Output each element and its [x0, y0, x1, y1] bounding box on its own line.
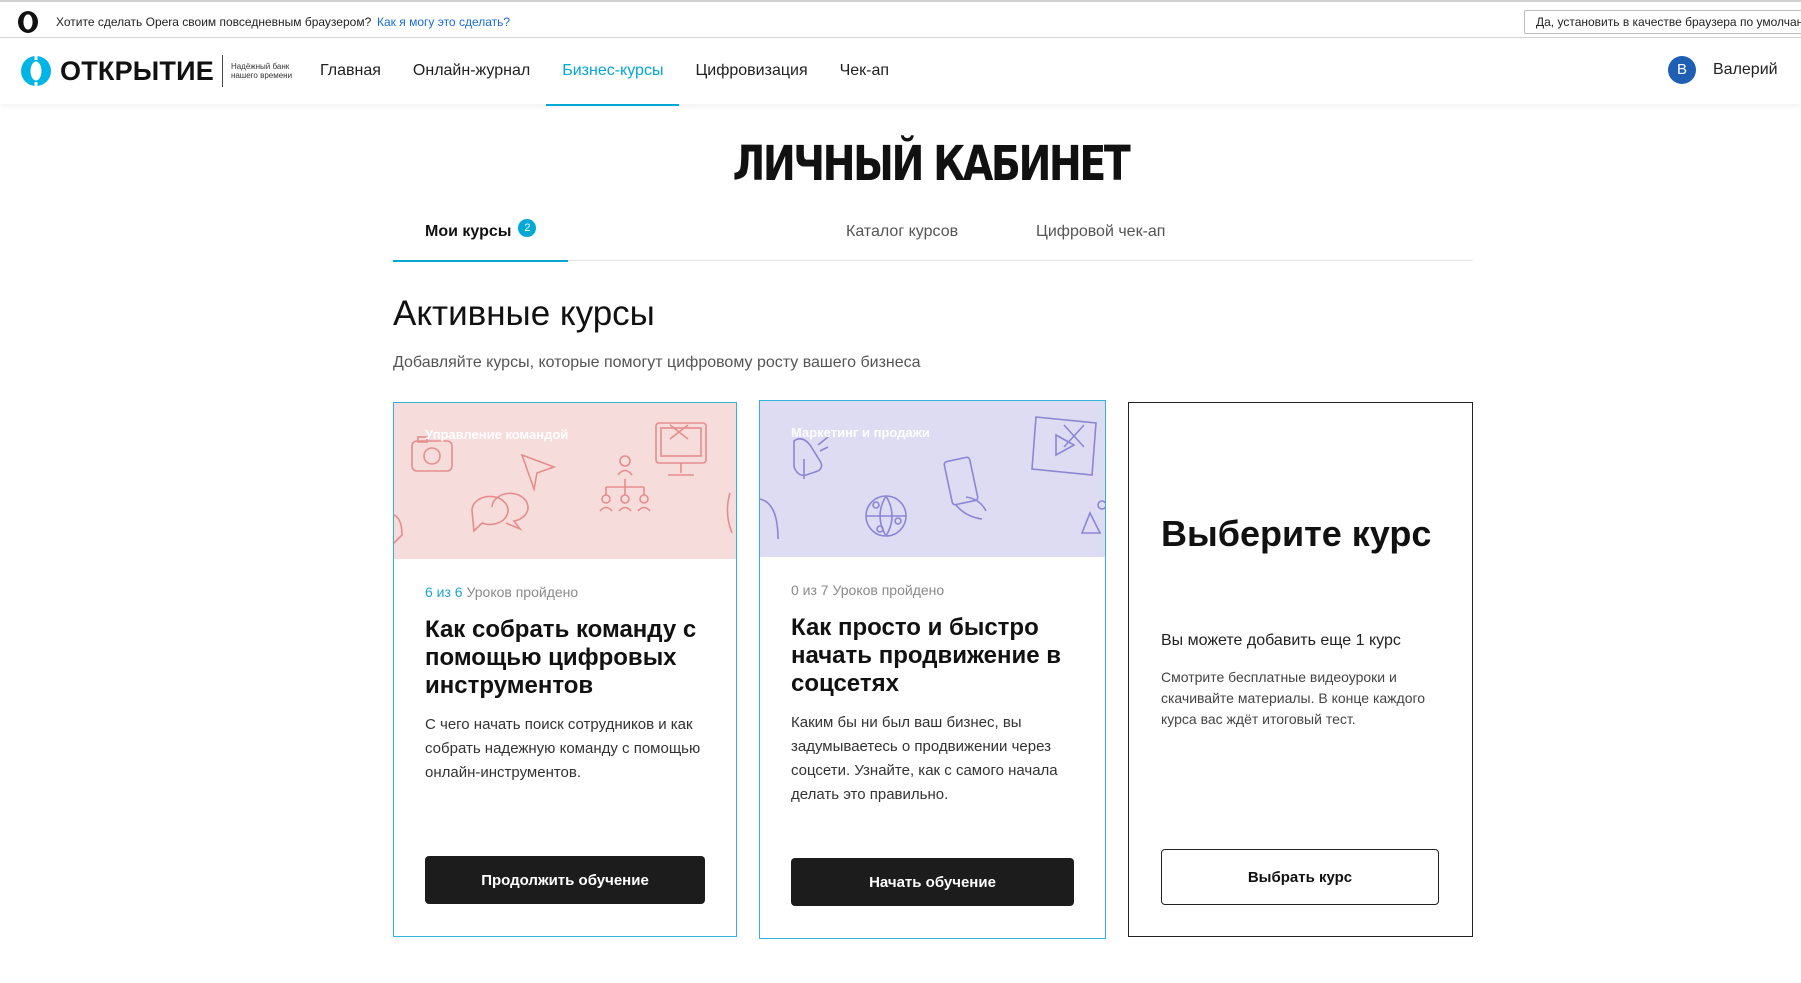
continue-learning-button[interactable]: Продолжить обучение	[425, 856, 705, 904]
brand-logo[interactable]: ОТКРЫТИЕ Надёжный банк нашего времени	[20, 54, 301, 88]
tab-course-catalog[interactable]: Каталог курсов	[846, 210, 958, 261]
course-progress: 0 из 7 Уроков пройдено	[791, 582, 944, 598]
courses-count-badge: 2	[518, 219, 537, 237]
choose-course-title: Выберите курс	[1161, 513, 1432, 554]
main-nav: Главная Онлайн-журнал Бизнес-курсы Цифро…	[304, 38, 905, 106]
otkritie-logo-icon	[21, 55, 51, 87]
course-illustration: Управление командой	[394, 403, 736, 559]
user-menu[interactable]: В Валерий	[1668, 56, 1778, 84]
infobar-help-link[interactable]: Как я могу это сделать?	[377, 15, 510, 29]
course-card[interactable]: Управление командой 6 из 6 Уроков пройде…	[393, 402, 737, 937]
course-card[interactable]: Маркетинг и продажи 0 из 7 Уроков пройде…	[759, 400, 1106, 939]
account-tabs: Мои курсы 2 Каталог курсов Цифровой чек-а…	[393, 210, 1473, 262]
tab-my-courses[interactable]: Мои курсы 2	[393, 210, 569, 262]
choose-course-lead: Вы можете добавить еще 1 курс	[1161, 632, 1401, 649]
course-title: Как собрать команду с помощью цифровых и…	[425, 616, 697, 699]
course-description: С чего начать поиск сотрудников и как со…	[425, 716, 701, 781]
course-title: Как просто и быстро начать продвижение в…	[791, 614, 1062, 697]
course-description: Каким бы ни был ваш бизнес, вы задумывае…	[791, 714, 1058, 803]
avatar: В	[1668, 56, 1696, 84]
progress-label: Уроков пройдено	[832, 582, 945, 598]
brand-divider	[221, 55, 223, 87]
opera-infobar: Хотите сделать Opera своим повседневным …	[0, 0, 1801, 38]
nav-item-business-courses[interactable]: Бизнес-курсы	[546, 38, 680, 106]
course-progress: 6 из 6 Уроков пройдено	[425, 584, 578, 600]
brand-name: ОТКРЫТИЕ	[60, 56, 214, 86]
progress-count: 6 из 6	[425, 584, 463, 600]
user-name: Валерий	[1713, 61, 1778, 78]
start-learning-button[interactable]: Начать обучение	[791, 858, 1074, 906]
course-category: Управление командой	[425, 427, 569, 442]
tab-digital-checkup[interactable]: Цифровой чек-ап	[1036, 210, 1165, 261]
nav-item-digitalization[interactable]: Цифровизация	[679, 38, 823, 104]
section-subtitle: Добавляйте курсы, которые помогут цифров…	[393, 354, 921, 371]
progress-label: Уроков пройдено	[466, 584, 579, 600]
nav-item-journal[interactable]: Онлайн-журнал	[397, 38, 546, 104]
choose-course-card: Выберите курс Вы можете добавить еще 1 к…	[1128, 402, 1473, 937]
set-default-browser-button[interactable]: Да, установить в качестве браузера по ум…	[1524, 10, 1801, 34]
section-title: Активные курсы	[393, 294, 655, 333]
infobar-message: Хотите сделать Opera своим повседневным …	[56, 15, 372, 29]
nav-item-checkup[interactable]: Чек-ап	[824, 38, 905, 104]
tab-label: Мои курсы	[425, 223, 512, 240]
choose-course-button[interactable]: Выбрать курс	[1161, 849, 1439, 905]
course-illustration: Маркетинг и продажи	[760, 401, 1105, 557]
course-category: Маркетинг и продажи	[791, 425, 930, 440]
opera-logo-icon	[18, 11, 38, 33]
choose-course-text: Смотрите бесплатные видеоуроки и скачива…	[1161, 669, 1426, 727]
nav-item-home[interactable]: Главная	[304, 38, 397, 104]
page-title: ЛИЧНЫЙ КАБИНЕТ	[732, 136, 1131, 192]
site-header: ОТКРЫТИЕ Надёжный банк нашего времени Гл…	[0, 38, 1801, 106]
progress-count: 0 из 7	[791, 582, 829, 598]
brand-slogan: Надёжный банк нашего времени	[230, 62, 293, 80]
